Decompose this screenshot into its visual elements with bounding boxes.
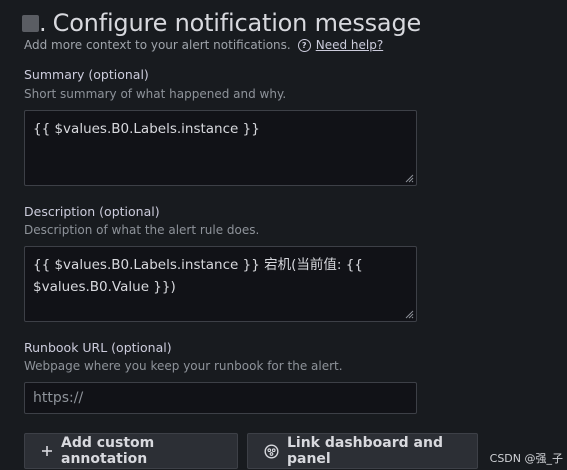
link-dashboard-and-panel-button[interactable]: Link dashboard and panel bbox=[247, 433, 478, 469]
apps-icon bbox=[264, 443, 279, 459]
description-textarea[interactable]: {{ $values.B0.Labels.instance }} 宕机(当前值:… bbox=[24, 246, 417, 322]
runbook-url-input[interactable] bbox=[24, 382, 417, 414]
description-description: Description of what the alert rule does. bbox=[24, 223, 260, 237]
description-textarea-line1: {{ $values.B0.Labels.instance }} 宕机(当前值:… bbox=[33, 257, 363, 273]
runbook-url-description: Webpage where you keep your runbook for … bbox=[24, 359, 343, 373]
need-help-link[interactable]: Need help? bbox=[316, 38, 383, 52]
resize-grip-icon[interactable] bbox=[404, 309, 414, 319]
plus-icon bbox=[41, 445, 53, 457]
description-textarea-line2: $values.B0.Value }}) bbox=[33, 279, 176, 295]
section-title: Configure notification message bbox=[52, 9, 422, 37]
question-circle-icon: ? bbox=[297, 38, 311, 52]
runbook-url-label: Runbook URL (optional) bbox=[24, 340, 172, 355]
description-label: Description (optional) bbox=[24, 204, 160, 219]
section-header: . Configure notification message bbox=[22, 8, 421, 38]
section-subtitle: Add more context to your alert notificat… bbox=[24, 38, 291, 52]
csdn-watermark: CSDN @强_子 bbox=[489, 452, 563, 465]
summary-description: Short summary of what happened and why. bbox=[24, 87, 287, 101]
link-dashboard-and-panel-label: Link dashboard and panel bbox=[287, 435, 443, 467]
summary-textarea-value: {{ $values.B0.Labels.instance }} bbox=[33, 121, 260, 137]
step-number-badge bbox=[22, 14, 39, 32]
resize-grip-icon[interactable] bbox=[404, 173, 414, 183]
summary-label: Summary (optional) bbox=[24, 67, 149, 82]
add-custom-annotation-label: Add custom annotation bbox=[61, 435, 155, 467]
add-custom-annotation-button[interactable]: Add custom annotation bbox=[24, 433, 238, 469]
step-number-dot: . bbox=[39, 9, 47, 37]
summary-textarea[interactable]: {{ $values.B0.Labels.instance }} bbox=[24, 110, 417, 186]
section-subtitle-row: Add more context to your alert notificat… bbox=[24, 38, 383, 52]
